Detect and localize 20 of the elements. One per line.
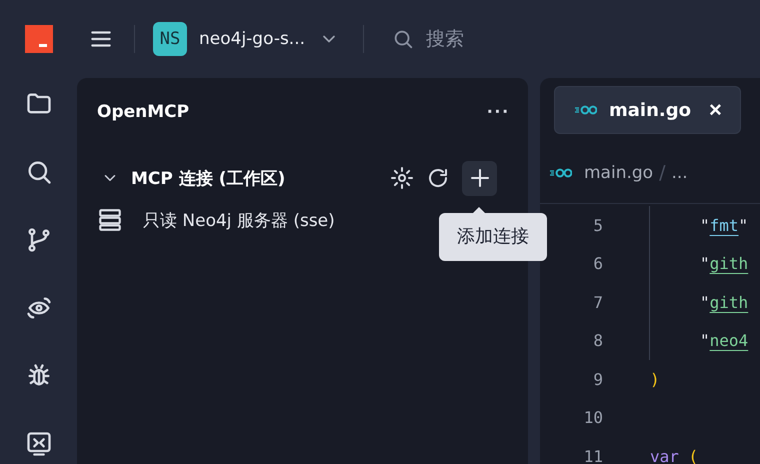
code-line: "gith <box>700 292 748 312</box>
breadcrumb-separator: / <box>659 162 666 184</box>
line-number: 9 <box>592 370 603 389</box>
code-line: "neo4 <box>700 331 748 350</box>
panel-title: OpenMCP <box>97 102 190 122</box>
line-number: 10 <box>582 408 603 428</box>
project-badge: NS <box>153 22 187 56</box>
project-name: neo4j-go-s... <box>199 29 306 49</box>
code-line: var ( <box>650 446 698 464</box>
line-number: 8 <box>592 331 603 350</box>
code-line: "gith <box>700 254 748 274</box>
connection-label: 只读 Neo4j 服务器 (sse) <box>143 210 335 232</box>
line-number: 6 <box>592 254 603 274</box>
line-number: 11 <box>582 446 603 464</box>
code-line: ) <box>650 370 660 389</box>
tab-label: main.go <box>609 100 691 120</box>
line-number: 5 <box>592 216 603 235</box>
code-line: "fmt" <box>700 216 748 235</box>
line-number: 7 <box>592 292 603 312</box>
tooltip: 添加连接 <box>439 212 547 260</box>
